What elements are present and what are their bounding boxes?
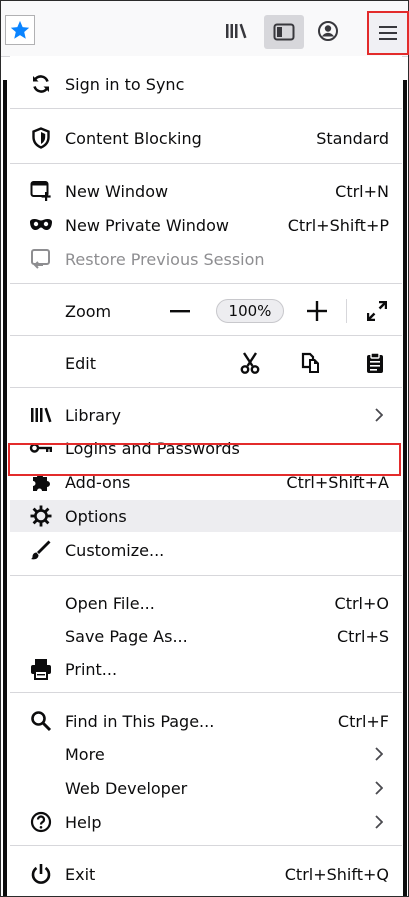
- sync-icon: [29, 72, 53, 96]
- new-private-window-label: New Private Window: [65, 215, 229, 235]
- search-icon: [29, 709, 53, 733]
- separator: [10, 335, 402, 336]
- left-border-bar: [3, 80, 7, 896]
- menu-item-more[interactable]: More: [10, 738, 402, 770]
- menu-item-restore-session: Restore Previous Session: [10, 243, 402, 275]
- more-label: More: [65, 744, 105, 764]
- menu-item-new-private-window[interactable]: New Private Window Ctrl+Shift+P: [10, 209, 402, 241]
- menu-item-open-file[interactable]: Open File... Ctrl+O: [10, 587, 402, 619]
- separator: [10, 845, 402, 846]
- sync-label: Sign in to Sync: [65, 74, 185, 94]
- hamburger-menu-icon[interactable]: [367, 11, 409, 55]
- cut-scissors-icon[interactable]: [238, 347, 262, 379]
- menu-item-zoom: Zoom 100%: [10, 295, 402, 327]
- menu-item-print[interactable]: Print...: [10, 653, 402, 685]
- library-icon: [29, 403, 53, 427]
- browser-toolbar: [1, 1, 409, 57]
- restore-session-icon: [29, 247, 53, 271]
- account-icon[interactable]: [313, 17, 343, 45]
- open-file-label: Open File...: [65, 593, 155, 613]
- options-label: Options: [65, 506, 127, 526]
- save-page-label: Save Page As...: [65, 626, 188, 646]
- zoom-divider: [346, 299, 347, 323]
- find-label: Find in This Page...: [65, 711, 215, 731]
- private-mask-icon: [29, 213, 53, 237]
- edit-label: Edit: [65, 353, 96, 373]
- chevron-right-icon: [372, 408, 386, 422]
- power-icon: [29, 862, 53, 886]
- new-window-label: New Window: [65, 181, 169, 201]
- printer-icon: [29, 657, 53, 681]
- menu-item-new-window[interactable]: New Window Ctrl+N: [10, 175, 402, 207]
- help-question-icon: [29, 810, 53, 834]
- exit-label: Exit: [65, 864, 96, 884]
- app-menu-panel: Sign in to Sync Content Blocking Standar…: [10, 56, 402, 896]
- gear-icon: [29, 504, 53, 528]
- menu-item-help[interactable]: Help: [10, 806, 402, 838]
- paintbrush-icon: [29, 538, 53, 562]
- menu-item-exit[interactable]: Exit Ctrl+Shift+Q: [10, 858, 402, 890]
- new-window-icon: [29, 179, 53, 203]
- paste-clipboard-icon[interactable]: [363, 347, 387, 379]
- content-blocking-value: Standard: [316, 128, 389, 148]
- library-icon[interactable]: [221, 17, 251, 45]
- chevron-right-icon: [372, 747, 386, 761]
- menu-item-addons[interactable]: Add-ons Ctrl+Shift+A: [10, 466, 402, 498]
- addons-shortcut: Ctrl+Shift+A: [286, 472, 389, 492]
- library-label: Library: [65, 405, 121, 425]
- web-developer-label: Web Developer: [65, 778, 188, 798]
- menu-item-content-blocking[interactable]: Content Blocking Standard: [10, 122, 402, 154]
- open-file-shortcut: Ctrl+O: [334, 593, 389, 613]
- help-label: Help: [65, 812, 102, 832]
- new-window-shortcut: Ctrl+N: [335, 181, 389, 201]
- separator: [10, 387, 402, 388]
- zoom-reset-button[interactable]: 100%: [216, 299, 284, 323]
- zoom-in-button[interactable]: [305, 295, 329, 327]
- copy-icon[interactable]: [299, 347, 323, 379]
- separator: [10, 163, 402, 164]
- addons-label: Add-ons: [65, 472, 131, 492]
- star-icon[interactable]: [5, 15, 35, 45]
- chevron-right-icon: [372, 781, 386, 795]
- restore-session-label: Restore Previous Session: [65, 249, 265, 269]
- menu-item-library[interactable]: Library: [10, 399, 402, 431]
- separator: [10, 575, 402, 576]
- exit-shortcut: Ctrl+Shift+Q: [284, 864, 389, 884]
- menu-item-edit: Edit: [10, 347, 402, 379]
- puzzle-piece-icon: [29, 470, 53, 494]
- chevron-right-icon: [372, 815, 386, 829]
- right-border-bar: [403, 80, 407, 896]
- find-shortcut: Ctrl+F: [337, 711, 389, 731]
- separator: [10, 108, 402, 109]
- zoom-out-button[interactable]: [168, 295, 192, 327]
- save-page-shortcut: Ctrl+S: [336, 626, 389, 646]
- menu-item-sync[interactable]: Sign in to Sync: [10, 68, 402, 100]
- separator: [10, 283, 402, 284]
- menu-item-save-page[interactable]: Save Page As... Ctrl+S: [10, 620, 402, 652]
- print-label: Print...: [65, 659, 118, 679]
- menu-item-find[interactable]: Find in This Page... Ctrl+F: [10, 705, 402, 737]
- zoom-label: Zoom: [65, 301, 112, 321]
- content-blocking-label: Content Blocking: [65, 128, 202, 148]
- menu-item-options[interactable]: Options: [10, 500, 402, 532]
- separator: [10, 692, 402, 693]
- menu-item-customize[interactable]: Customize...: [10, 534, 402, 566]
- logins-label: Logins and Passwords: [65, 438, 240, 458]
- key-icon: [29, 436, 53, 460]
- new-private-window-shortcut: Ctrl+Shift+P: [287, 215, 389, 235]
- menu-item-logins-passwords[interactable]: Logins and Passwords: [10, 432, 402, 464]
- shield-icon: [29, 126, 53, 150]
- sidebar-icon[interactable]: [264, 15, 304, 49]
- fullscreen-icon[interactable]: [365, 295, 389, 327]
- customize-label: Customize...: [65, 540, 165, 560]
- menu-item-web-developer[interactable]: Web Developer: [10, 772, 402, 804]
